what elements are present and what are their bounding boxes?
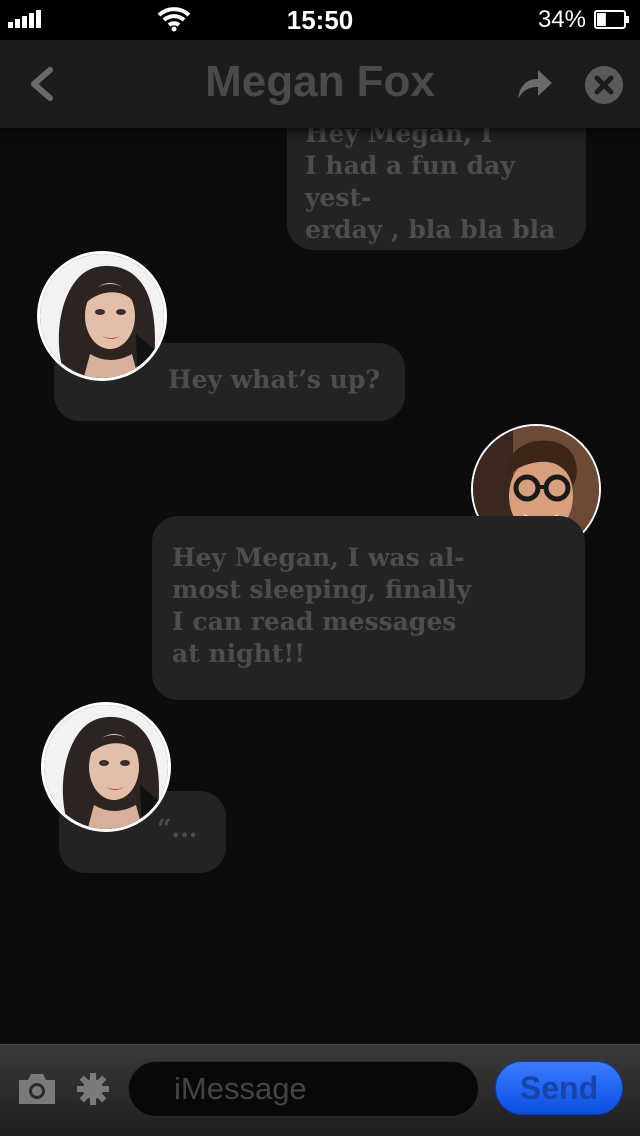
battery-icon	[594, 10, 629, 29]
outgoing-message-bubble: Hey Megan, I I had a fun day yest- erday…	[287, 128, 586, 250]
chevron-left-icon[interactable]	[22, 62, 62, 106]
outgoing-message-bubble: Hey Megan, I was al- most sleeping, fina…	[152, 516, 585, 700]
close-icon[interactable]	[585, 66, 623, 104]
message-list[interactable]: Hey Megan, I I had a fun day yest- erday…	[0, 128, 640, 1044]
contact-avatar[interactable]	[37, 251, 167, 381]
send-button[interactable]: Send	[495, 1061, 623, 1115]
nav-bar: Megan Fox	[0, 40, 640, 128]
status-bar: 15:50 34%	[0, 0, 640, 40]
share-arrow-icon[interactable]	[514, 66, 554, 102]
message-input[interactable]	[128, 1061, 479, 1117]
gear-icon[interactable]	[76, 1072, 110, 1106]
compose-bar: Send	[0, 1044, 640, 1136]
contact-avatar[interactable]	[41, 702, 171, 832]
camera-icon[interactable]	[16, 1071, 58, 1107]
battery-percent: 34%	[537, 6, 586, 33]
